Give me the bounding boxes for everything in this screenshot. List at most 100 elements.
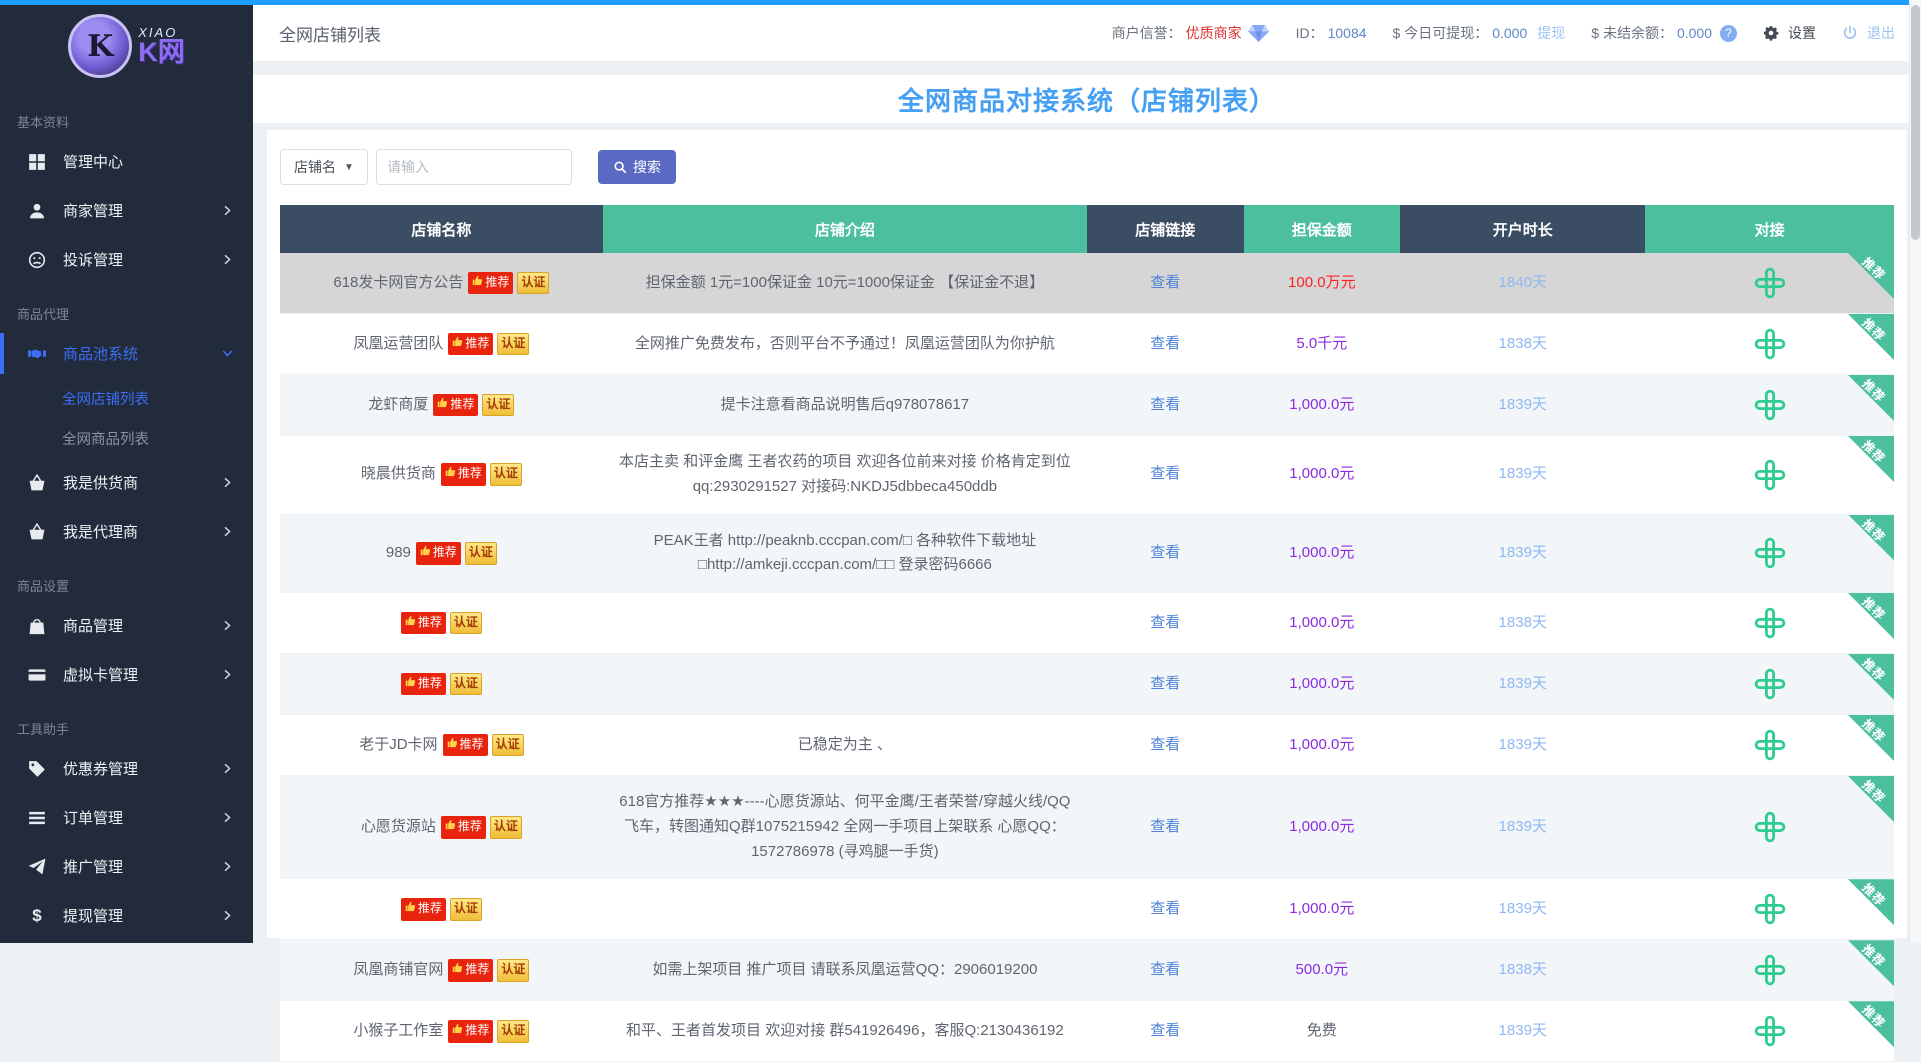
withdraw-link[interactable]: 提现 <box>1537 23 1565 43</box>
chevron-right-icon <box>222 620 233 631</box>
sidebar-item[interactable]: 我是代理商 <box>0 507 253 556</box>
view-link[interactable]: 查看 <box>1150 897 1180 922</box>
settings-label: 设置 <box>1788 23 1816 43</box>
table-header-cell: 对接 <box>1645 205 1894 253</box>
recommend-badge-label: 推荐 <box>460 735 484 755</box>
sidebar-item[interactable]: 优惠券管理 <box>0 744 253 793</box>
connect-icon[interactable] <box>1754 668 1786 700</box>
search-field-select[interactable]: 店铺名 ▼ <box>280 149 368 185</box>
shop-name: 心愿货源站 <box>361 815 436 840</box>
connect-icon[interactable] <box>1754 893 1786 925</box>
shop-intro-cell: 全网推广免费发布，否则平台不予通过！凤凰运营团队为你护航 <box>603 314 1087 374</box>
connect-icon[interactable] <box>1754 459 1786 491</box>
guarantee-amount: 5.0千元 <box>1244 314 1401 374</box>
shop-link-cell: 查看 <box>1087 715 1244 775</box>
scrollbar-thumb[interactable] <box>1911 5 1920 240</box>
connect-icon[interactable] <box>1754 954 1786 986</box>
view-link[interactable]: 查看 <box>1150 393 1180 418</box>
sidebar-item-label: 商品管理 <box>63 615 123 636</box>
sidebar-item[interactable]: 管理中心 <box>0 137 253 186</box>
guarantee-amount: 1,000.0元 <box>1244 776 1401 878</box>
table-row: 推荐认证查看1,000.0元1839天推荐 <box>280 654 1894 715</box>
table-row: 晓晨供货商推荐认证本店主卖 和评金鹰 王者农药的项目 欢迎各位前来对接 价格肯定… <box>280 436 1894 515</box>
sidebar-item[interactable]: 商家管理 <box>0 186 253 235</box>
view-link[interactable]: 查看 <box>1150 462 1180 487</box>
sidebar-item[interactable]: 商品管理 <box>0 601 253 650</box>
view-link[interactable]: 查看 <box>1150 541 1180 566</box>
connect-icon[interactable] <box>1754 537 1786 569</box>
sidebar-item[interactable]: $提现管理 <box>0 891 253 940</box>
sidebar-item-label: 投诉管理 <box>63 249 123 270</box>
view-link[interactable]: 查看 <box>1150 733 1180 758</box>
recommend-badge: 推荐 <box>448 959 493 982</box>
view-link[interactable]: 查看 <box>1150 958 1180 983</box>
chevron-right-icon <box>222 861 233 872</box>
recommend-badge: 推荐 <box>448 1020 493 1043</box>
shop-intro-cell <box>603 654 1087 714</box>
connect-cell <box>1645 375 1894 435</box>
sidebar-subitem[interactable]: 全网店铺列表 <box>0 378 253 418</box>
shop-link-cell: 查看 <box>1087 314 1244 374</box>
logout-button[interactable]: 退出 <box>1842 23 1895 43</box>
top-accent-bar <box>0 0 1921 5</box>
verified-badge: 认证 <box>490 463 522 486</box>
recommend-badge-label: 推荐 <box>450 395 474 415</box>
table-body: 618发卡网官方公告推荐认证担保金额 1元=100保证金 10元=1000保证金… <box>280 253 1894 1062</box>
thumb-up-icon <box>452 1021 463 1041</box>
sidebar-item-label: 商家管理 <box>63 200 123 221</box>
shop-name-cell: 晓晨供货商推荐认证 <box>280 436 603 514</box>
unsettled-value: 0.000 <box>1677 25 1712 41</box>
chevron-right-icon <box>222 526 233 537</box>
view-link[interactable]: 查看 <box>1150 1019 1180 1044</box>
sidebar-subitem[interactable]: 全网商品列表 <box>0 418 253 458</box>
vertical-scrollbar[interactable] <box>1909 0 1921 943</box>
sidebar-item[interactable]: 商品池系统 <box>0 329 253 378</box>
sidebar-item[interactable]: 我是供货商 <box>0 458 253 507</box>
account-age-cell: 1840天 <box>1400 253 1645 313</box>
sidebar-item[interactable]: 订单管理 <box>0 793 253 842</box>
table-row: 龙虾商厦推荐认证提卡注意看商品说明售后q978078617查看1,000.0元1… <box>280 375 1894 436</box>
verified-badge: 认证 <box>517 272 549 295</box>
sidebar: K XIAO K网 基本资料管理中心商家管理投诉管理商品代理商品池系统全网店铺列… <box>0 0 253 943</box>
connect-cell <box>1645 715 1894 775</box>
guarantee-amount: 1,000.0元 <box>1244 654 1401 714</box>
sidebar-item-label: 我是供货商 <box>63 472 138 493</box>
sidebar-item[interactable]: 推广管理 <box>0 842 253 891</box>
shop-intro-cell: 618官方推荐★★★----心愿货源站、何平金鹰/王者荣誉/穿越火线/QQ飞车，… <box>603 776 1087 878</box>
account-age: 1839天 <box>1499 815 1547 840</box>
connect-icon[interactable] <box>1754 1015 1786 1047</box>
verified-badge: 认证 <box>497 959 529 982</box>
settings-button[interactable]: 设置 <box>1763 23 1816 43</box>
account-age: 1839天 <box>1499 393 1547 418</box>
view-link[interactable]: 查看 <box>1150 815 1180 840</box>
view-link[interactable]: 查看 <box>1150 611 1180 636</box>
connect-icon[interactable] <box>1754 328 1786 360</box>
thumb-up-icon <box>405 613 416 633</box>
view-link[interactable]: 查看 <box>1150 271 1180 296</box>
sidebar-item[interactable]: 虚拟卡管理 <box>0 650 253 699</box>
search-button[interactable]: 搜索 <box>598 150 676 184</box>
account-age-cell: 1839天 <box>1400 776 1645 878</box>
sidebar-item-label: 优惠券管理 <box>63 758 138 779</box>
connect-icon[interactable] <box>1754 729 1786 761</box>
question-icon[interactable]: ? <box>1720 25 1737 42</box>
view-link[interactable]: 查看 <box>1150 672 1180 697</box>
chevron-down-icon <box>222 348 233 359</box>
connect-cell <box>1645 654 1894 714</box>
search-input[interactable] <box>376 149 572 185</box>
account-age: 1838天 <box>1499 611 1547 636</box>
connect-icon[interactable] <box>1754 267 1786 299</box>
sidebar-item[interactable]: 投诉管理 <box>0 235 253 284</box>
connect-icon[interactable] <box>1754 389 1786 421</box>
connect-icon[interactable] <box>1754 811 1786 843</box>
recommend-badge: 推荐 <box>401 673 446 696</box>
thumb-up-icon <box>437 395 448 415</box>
unsettled-label: $ 未结余额： <box>1591 23 1673 43</box>
view-link[interactable]: 查看 <box>1150 332 1180 357</box>
shop-name: 晓晨供货商 <box>361 462 436 487</box>
chevron-right-icon <box>222 669 233 680</box>
verified-badge: 认证 <box>492 734 524 757</box>
connect-cell <box>1645 436 1894 514</box>
credit-value: 优质商家 <box>1186 23 1242 43</box>
connect-icon[interactable] <box>1754 607 1786 639</box>
